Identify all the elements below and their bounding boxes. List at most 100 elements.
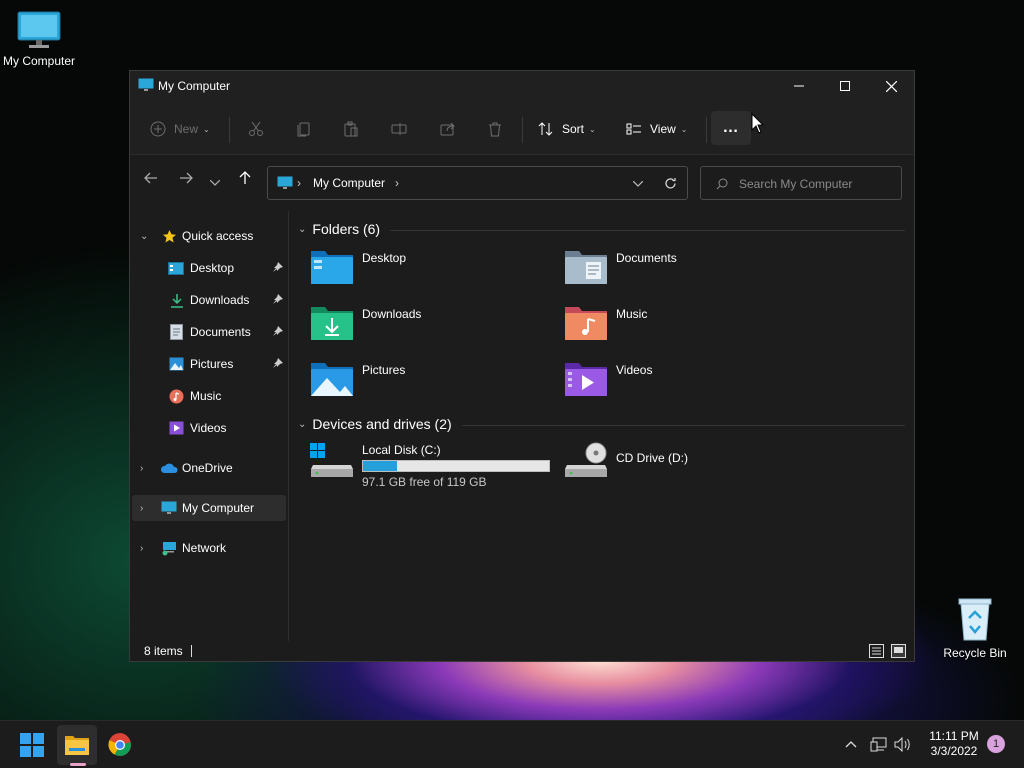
view-button[interactable]: View ⌄: [626, 115, 688, 143]
arrow-left-icon: [144, 172, 157, 184]
download-icon: [171, 293, 183, 308]
paste-button[interactable]: [343, 115, 359, 143]
new-button[interactable]: New ⌄: [150, 115, 210, 143]
up-button[interactable]: [238, 171, 252, 188]
close-button[interactable]: [868, 71, 914, 101]
start-button[interactable]: [12, 725, 52, 765]
sidebar-item-videos[interactable]: Videos: [132, 415, 286, 441]
hard-drive-icon: [310, 443, 353, 477]
search-box[interactable]: [700, 166, 902, 200]
details-view-icon[interactable]: [869, 644, 884, 658]
group-divider: [390, 230, 905, 231]
folder-item[interactable]: Music: [564, 303, 814, 353]
see-more-button[interactable]: …: [711, 111, 751, 145]
paste-icon: [344, 121, 358, 137]
file-explorer-window: My Computer New ⌄ Sort ⌄ View ⌄ … › My C…: [129, 70, 915, 662]
sort-label: Sort: [562, 122, 585, 136]
folder-name: Pictures: [362, 363, 406, 377]
large-icons-view-icon[interactable]: [891, 644, 906, 658]
forward-button[interactable]: [179, 171, 193, 188]
drive-item-c[interactable]: Local Disk (C:) 97.1 GB free of 119 GB: [310, 441, 560, 497]
sidebar-item-label: Network: [182, 541, 227, 555]
pane-divider[interactable]: [288, 211, 289, 641]
minimize-button[interactable]: [776, 71, 822, 101]
sidebar-item-downloads[interactable]: Downloads: [132, 287, 286, 313]
address-bar[interactable]: › My Computer ›: [267, 166, 688, 200]
folder-item[interactable]: Pictures: [310, 359, 560, 409]
add-icon: [150, 121, 166, 137]
folder-item[interactable]: Downloads: [310, 303, 560, 353]
chevron-down-icon: ⌄: [203, 124, 210, 134]
sidebar-item-desktop[interactable]: Desktop: [132, 255, 286, 281]
music-icon: [169, 389, 184, 403]
chevron-right-icon[interactable]: ›: [140, 503, 143, 514]
share-button[interactable]: [440, 115, 456, 143]
chevron-right-icon[interactable]: ›: [140, 543, 143, 554]
sidebar-item-network[interactable]: › Network: [132, 535, 286, 561]
refresh-icon[interactable]: [664, 177, 677, 190]
chevron-down-icon: ⌄: [298, 418, 307, 430]
volume-icon[interactable]: [894, 737, 912, 752]
folder-item[interactable]: Videos: [564, 359, 814, 409]
chevron-down-icon[interactable]: [633, 181, 643, 187]
taskbar-file-explorer[interactable]: [57, 725, 97, 765]
clock[interactable]: 11:11 PM 3/3/2022: [916, 729, 992, 759]
cloud-icon: [160, 463, 178, 473]
pictures-folder-icon: [311, 363, 353, 396]
network-tray-icon[interactable]: [870, 737, 887, 752]
sidebar-item-documents[interactable]: Documents: [132, 319, 286, 345]
network-icon: [162, 541, 176, 555]
drive-name: CD Drive (D:): [616, 451, 688, 465]
folder-name: Videos: [616, 363, 653, 377]
cd-drive-icon: [565, 442, 607, 477]
delete-button[interactable]: [487, 115, 503, 143]
computer-icon: [277, 176, 293, 189]
back-button[interactable]: [144, 171, 158, 188]
folder-name: Desktop: [362, 251, 407, 265]
drive-usage-bar: [362, 460, 550, 472]
desktop-icon: [168, 261, 184, 275]
folder-item[interactable]: Desktop: [310, 247, 560, 297]
taskbar: 11:11 PM 3/3/2022: [0, 720, 1024, 768]
chevron-up-icon[interactable]: [845, 740, 857, 748]
recent-locations-button[interactable]: [209, 175, 221, 189]
folders-group-header[interactable]: ⌄ Folders (6): [298, 221, 380, 237]
maximize-button[interactable]: [822, 71, 868, 101]
sort-button[interactable]: Sort ⌄: [538, 115, 596, 143]
sidebar-item-music[interactable]: Music: [132, 383, 286, 409]
sidebar-item-onedrive[interactable]: › OneDrive: [132, 455, 286, 481]
sidebar-item-my-computer[interactable]: › My Computer: [132, 495, 286, 521]
cut-button[interactable]: [248, 115, 264, 143]
drive-item-d[interactable]: CD Drive (D:): [564, 441, 744, 497]
rename-button[interactable]: [391, 115, 407, 143]
scissors-icon: [249, 121, 263, 136]
copy-button[interactable]: [296, 115, 312, 143]
recycle-bin-icon: [958, 598, 992, 641]
status-divider: [191, 645, 192, 657]
drives-group-header[interactable]: ⌄ Devices and drives (2): [298, 416, 452, 432]
title-bar[interactable]: My Computer: [130, 71, 914, 101]
view-icon: [626, 123, 641, 135]
breadcrumb-my-computer[interactable]: My Computer: [313, 176, 385, 190]
mouse-cursor-icon: [751, 113, 765, 134]
active-app-indicator: [70, 763, 86, 766]
notification-badge[interactable]: 1: [987, 735, 1005, 753]
folder-item[interactable]: Documents: [564, 247, 814, 297]
chevron-down-icon[interactable]: ⌄: [140, 231, 148, 242]
pin-icon: [273, 262, 283, 272]
sidebar-item-quick-access[interactable]: ⌄ Quick access: [132, 223, 286, 249]
sidebar-item-label: Music: [190, 389, 222, 403]
windows-logo-icon: [20, 733, 44, 757]
sidebar-item-pictures[interactable]: Pictures: [132, 351, 286, 377]
close-icon: [885, 80, 897, 92]
drive-usage-fill: [363, 461, 398, 471]
chevron-right-icon[interactable]: ›: [140, 463, 143, 474]
taskbar-chrome[interactable]: [100, 725, 140, 765]
sidebar-item-label: Quick access: [182, 229, 254, 243]
videos-icon: [169, 421, 184, 435]
breadcrumb-separator-icon[interactable]: ›: [395, 176, 399, 190]
desktop-my-computer[interactable]: My Computer: [0, 10, 82, 68]
star-icon: [163, 229, 176, 242]
search-input[interactable]: [739, 174, 889, 194]
desktop-recycle-bin[interactable]: Recycle Bin: [932, 596, 1018, 660]
